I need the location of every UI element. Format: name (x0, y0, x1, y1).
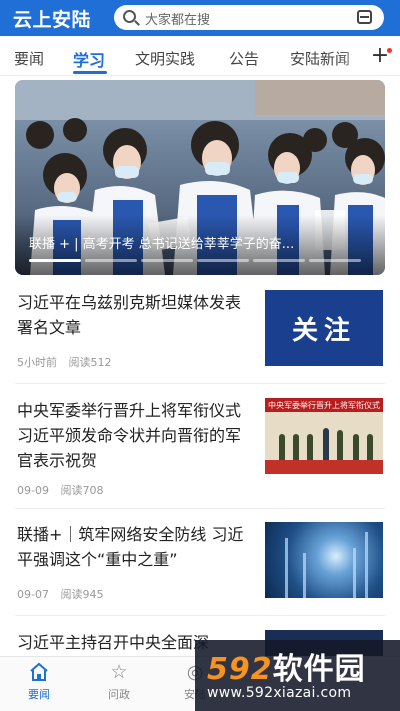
thumbnail-text: 关注 (291, 315, 356, 346)
thumbnail-figure (337, 430, 343, 460)
banner-dot (253, 259, 305, 262)
thumbnail-banner: 中央军委举行晋升上将军衔仪式 (265, 398, 383, 412)
thumbnail-figure (353, 434, 359, 460)
thumbnail-figure (307, 434, 313, 460)
news-time: 09-07 (17, 588, 49, 601)
thumbnail-light-pillar (365, 532, 368, 598)
add-channel-icon[interactable]: + (370, 43, 390, 68)
thumbnail-light-pillar (303, 553, 306, 598)
nav-yaowen[interactable]: 要闻 (9, 661, 69, 702)
app-header: 云上安陆 大家都在搜 (0, 0, 400, 36)
banner-caption: 联播 + | 高考开考 总书记送给莘莘学子的奋... (29, 237, 295, 252)
banner-dot (85, 259, 137, 262)
thumbnail-figure (323, 428, 329, 460)
thumbnail-light-pillar (285, 538, 288, 598)
banner-dot (197, 259, 249, 262)
news-reads: 阅读945 (60, 588, 104, 601)
featured-banner[interactable]: 联播 + | 高考开考 总书记送给莘莘学子的奋... (15, 80, 385, 275)
tab-wenming-shijian[interactable]: 文明实践 (135, 48, 195, 69)
banner-dot-active (29, 259, 81, 262)
search-bar[interactable]: 大家都在搜 (114, 5, 384, 30)
home-icon (28, 661, 50, 683)
tab-yaowen[interactable]: 要闻 (14, 48, 44, 69)
watermark-text: 软件园 (272, 652, 366, 687)
news-reads: 阅读708 (60, 484, 104, 497)
news-thumbnail: 关注 (265, 290, 383, 366)
news-title: 中央军委举行晋升上将军衔仪式 习近平颁发命令状并向晋衔的军官表示祝贺 (17, 401, 242, 470)
thumbnail-figure (367, 434, 373, 460)
watermark-logo: 592软件园 (207, 644, 366, 688)
news-item[interactable]: 中央军委举行晋升上将军衔仪式 习近平颁发命令状并向晋衔的军官表示祝贺 09-09… (15, 396, 385, 509)
news-thumbnail: 中央军委举行晋升上将军衔仪式 (265, 398, 383, 474)
news-time: 09-09 (17, 484, 49, 497)
news-title: 习近平在乌兹别克斯坦媒体发表署名文章 (17, 293, 242, 337)
thumbnail-light-pillar (353, 548, 356, 598)
news-meta: 09-09 阅读708 (17, 482, 111, 498)
tab-gonggao[interactable]: 公告 (229, 48, 259, 69)
active-tab-indicator (73, 71, 107, 74)
channel-tabs: 要闻 学习 文明实践 公告 安陆新闻 + (0, 36, 400, 76)
app-title: 云上安陆 (13, 9, 92, 31)
news-title: 联播+｜筑牢网络安全防线 习近平强调这个“重中之重” (17, 525, 244, 569)
watermark-number: 592 (207, 652, 273, 687)
nav-label: 要闻 (28, 688, 50, 701)
tab-xuexi[interactable]: 学习 (73, 47, 105, 71)
star-icon: ☆ (110, 661, 128, 683)
news-meta: 5小时前 阅读512 (17, 354, 120, 370)
banner-pagination (29, 259, 361, 262)
news-meta: 09-07 阅读945 (17, 586, 111, 602)
scan-icon[interactable] (357, 10, 372, 24)
watermark: 592软件园 www.592xiazai.com (195, 640, 400, 711)
banner-dot (141, 259, 193, 262)
nav-wenzheng[interactable]: ☆ 问政 (89, 661, 149, 702)
news-item[interactable]: 习近平在乌兹别克斯坦媒体发表署名文章 5小时前 阅读512 关注 (15, 288, 385, 384)
search-placeholder: 大家都在搜 (145, 13, 211, 28)
watermark-url: www.592xiazai.com (207, 685, 352, 701)
search-icon (123, 10, 136, 23)
banner-dot (309, 259, 361, 262)
nav-label: 问政 (108, 688, 130, 701)
thumbnail-figure (293, 434, 299, 460)
thumbnail-floor (265, 460, 383, 474)
news-item[interactable]: 联播+｜筑牢网络安全防线 习近平强调这个“重中之重” 09-07 阅读945 (15, 520, 385, 616)
news-thumbnail (265, 522, 383, 598)
thumbnail-banner-text: 中央军委举行晋升上将军衔仪式 (268, 401, 380, 410)
thumbnail-figure (279, 434, 285, 460)
news-reads: 阅读512 (68, 356, 112, 369)
new-channel-badge (387, 48, 392, 53)
news-time: 5小时前 (17, 356, 57, 369)
